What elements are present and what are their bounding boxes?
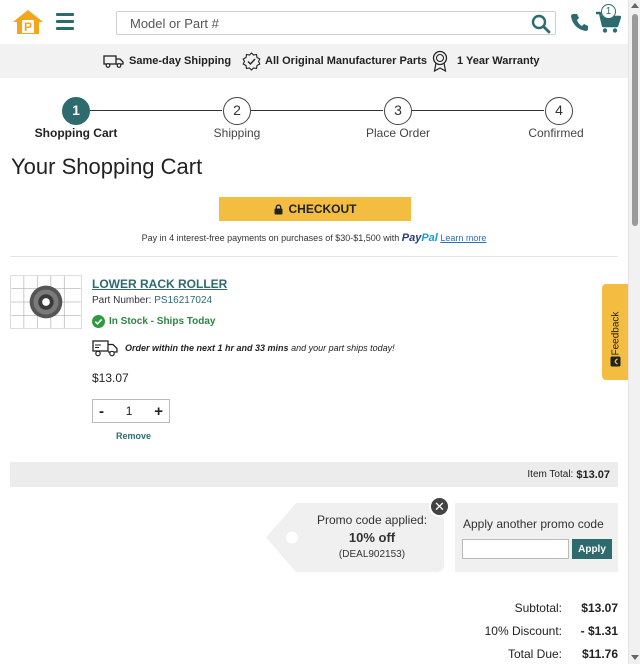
truck-icon [92,340,118,357]
part-number-value: PS16217024 [154,295,213,306]
promo-applied-label: Promo code applied: [316,513,428,527]
paypal-logo-part-b: Pal [421,232,438,244]
checkout-button-label: CHECKOUT [288,202,357,216]
benefit-warranty-label: 1 Year Warranty [457,55,540,67]
total-due-label: Total Due: [507,647,562,661]
remove-item-link[interactable]: Remove [116,431,151,441]
discount-value: - $1.31 [580,624,618,638]
search-icon[interactable] [531,14,551,34]
quantity-value[interactable]: 1 [126,404,133,418]
check-circle-icon [92,315,105,328]
feedback-smile-icon [610,356,621,367]
apply-promo-panel [455,503,618,572]
item-total-bar: Item Total: $13.07 [10,462,618,487]
search-box [116,11,556,35]
step-2-label: Shipping [213,126,261,140]
checkout-button[interactable]: CHECKOUT [219,197,411,221]
step-1-indicator: 1 [62,97,90,125]
product-name-link[interactable]: LOWER RACK ROLLER [92,277,227,291]
feedback-label-text: Feedback [610,311,622,356]
promo-code-input[interactable] [462,539,569,559]
step-connector [412,110,544,111]
paypal-learn-more-link[interactable]: Learn more [440,233,486,243]
item-total-value: $13.07 [576,468,610,481]
promo-code-value: (DEAL902153) [338,549,406,560]
item-total-label: Item Total: [527,469,574,480]
part-number-label: Part Number: [92,295,152,306]
benefit-original-parts: All Original Manufacturer Parts [242,44,427,78]
step-3-label: Place Order [365,126,431,140]
step-4-label: Confirmed [528,126,584,140]
step-4-indicator: 4 [545,97,573,125]
lock-icon [274,204,282,214]
scroll-up-arrow-icon[interactable] [631,3,639,8]
step-1-label: Shopping Cart [34,126,118,140]
paypal-logo: PayPal [402,232,438,244]
paypal-logo-part-a: Pay [401,232,422,244]
benefits-bar: Same-day Shipping All Original Manufactu… [0,44,628,78]
site-header: P 1 [0,0,628,44]
benefit-shipping-label: Same-day Shipping [129,55,232,67]
scroll-down-arrow-icon[interactable] [631,655,639,660]
discount-label: 10% Discount: [484,624,562,638]
feedback-label: Feedback [611,312,622,356]
search-input[interactable] [117,12,517,34]
page-scrollbar[interactable] [628,0,640,664]
step-3-indicator: 3 [384,97,412,125]
part-number: Part Number: PS16217024 [92,295,212,306]
step-connector [251,110,383,111]
page-title: Your Shopping Cart [11,154,203,179]
benefit-original-parts-label: All Original Manufacturer Parts [265,55,427,67]
apply-promo-label: Apply another promo code [463,517,604,531]
benefit-shipping: Same-day Shipping [103,44,231,78]
item-price: $13.07 [92,371,129,385]
divider [10,256,618,257]
paypal-text: Pay in 4 interest-free payments on purch… [141,233,400,243]
promo-discount-value: 10% off [348,530,396,545]
stock-status-label: In Stock - Ships Today [109,316,216,327]
feedback-tab[interactable]: Feedback [602,284,629,380]
apply-promo-button[interactable]: Apply [572,539,612,559]
quantity-increase-button[interactable]: + [154,403,163,420]
paypal-message: Pay in 4 interest-free payments on purch… [0,232,628,244]
total-due-value: $11.76 [581,647,618,661]
truck-icon [103,55,124,68]
phone-icon[interactable] [570,12,590,32]
home-logo-icon[interactable]: P [12,9,44,35]
scroll-thumb[interactable] [632,14,638,226]
logo-letter: P [24,20,32,34]
shipping-deadline-rest: and your part ships today! [291,343,395,353]
product-image[interactable] [10,275,82,329]
hamburger-menu-icon[interactable] [56,13,74,31]
shipping-deadline-message: Order within the next 1 hr and 33 mins a… [92,339,395,357]
benefit-warranty: 1 Year Warranty [431,44,540,78]
step-2-indicator: 2 [223,97,251,125]
cart-count-badge[interactable]: 1 [601,4,616,19]
subtotal-label: Subtotal: [514,601,562,615]
award-icon [432,50,448,72]
stock-status: In Stock - Ships Today [92,315,216,328]
remove-promo-close-icon[interactable]: ✕ [429,496,450,517]
badge-check-icon [242,51,261,71]
quantity-stepper: - 1 + [92,399,170,423]
promo-applied-info: Promo code applied: 10% off (DEAL902153) [300,512,444,563]
subtotal-value: $13.07 [581,601,618,615]
step-connector [90,110,222,111]
quantity-decrease-button[interactable]: - [99,403,104,420]
shipping-deadline-bold: Order within the next 1 hr and 33 mins [125,343,289,353]
